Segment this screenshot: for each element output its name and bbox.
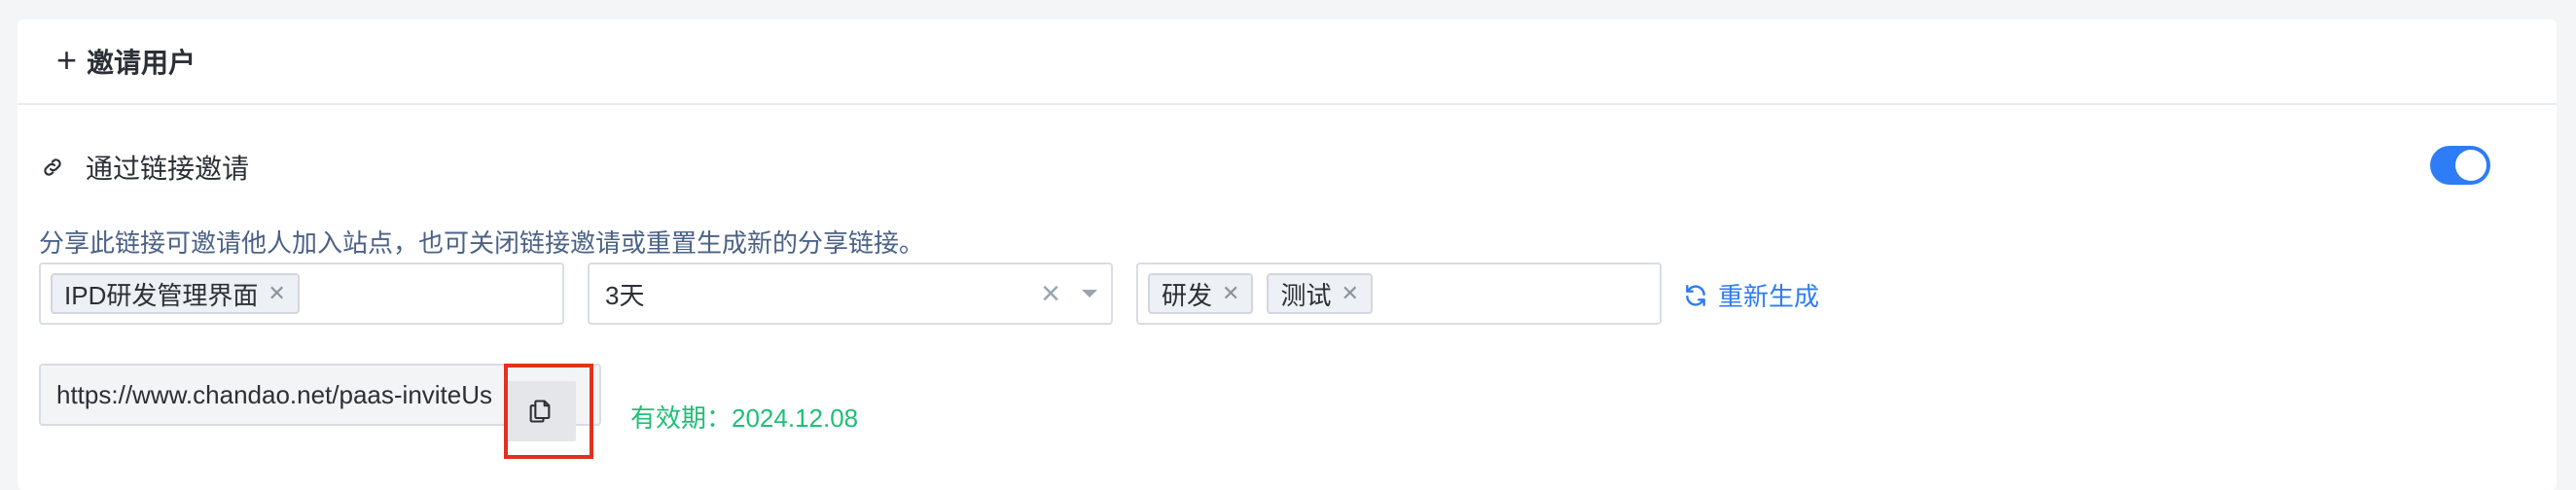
toggle-knob: [2455, 150, 2487, 181]
role-select[interactable]: 研发 ✕ 测试 ✕: [1136, 262, 1662, 325]
link-invite-title-label: 通过链接邀请: [86, 154, 250, 184]
app-tag-label: IPD研发管理界面: [64, 280, 259, 310]
expiry-text: 有效期：2024.12.08: [630, 403, 859, 433]
validity-value: 3天: [605, 280, 645, 310]
header-title-label: 邀请用户: [87, 48, 197, 78]
chevron-down-icon[interactable]: [1082, 290, 1097, 298]
clear-icon[interactable]: ×: [1041, 277, 1060, 310]
close-icon[interactable]: ✕: [268, 283, 285, 304]
app-tag: IPD研发管理界面 ✕: [51, 273, 300, 314]
close-icon[interactable]: ✕: [1341, 283, 1358, 304]
role-tag: 测试 ✕: [1267, 273, 1373, 314]
invite-link-input[interactable]: [56, 366, 514, 424]
role-tag-label: 研发: [1162, 280, 1213, 310]
refresh-icon: [1686, 284, 1705, 306]
close-icon[interactable]: ✕: [1222, 283, 1239, 304]
link-invite-title: 通过链接邀请: [41, 148, 249, 187]
validity-select[interactable]: 3天 ×: [588, 262, 1113, 325]
plus-icon: +: [56, 40, 78, 80]
copy-button[interactable]: [504, 381, 576, 441]
link-icon: [41, 156, 64, 179]
regenerate-label: 重新生成: [1718, 282, 1820, 311]
link-invite-toggle[interactable]: [2430, 146, 2490, 185]
app-select[interactable]: IPD研发管理界面 ✕: [39, 262, 564, 325]
regenerate-button[interactable]: 重新生成: [1683, 277, 1819, 313]
role-tag-label: 测试: [1280, 280, 1332, 310]
card-header: + 邀请用户: [18, 19, 2557, 105]
role-tag: 研发 ✕: [1148, 273, 1254, 314]
select-tools: ×: [1041, 277, 1097, 310]
link-invite-description: 分享此链接可邀请他人加入站点，也可关闭链接邀请或重置生成新的分享链接。: [39, 228, 925, 258]
copy-icon: [529, 400, 551, 423]
header-title[interactable]: + 邀请用户: [56, 42, 196, 81]
